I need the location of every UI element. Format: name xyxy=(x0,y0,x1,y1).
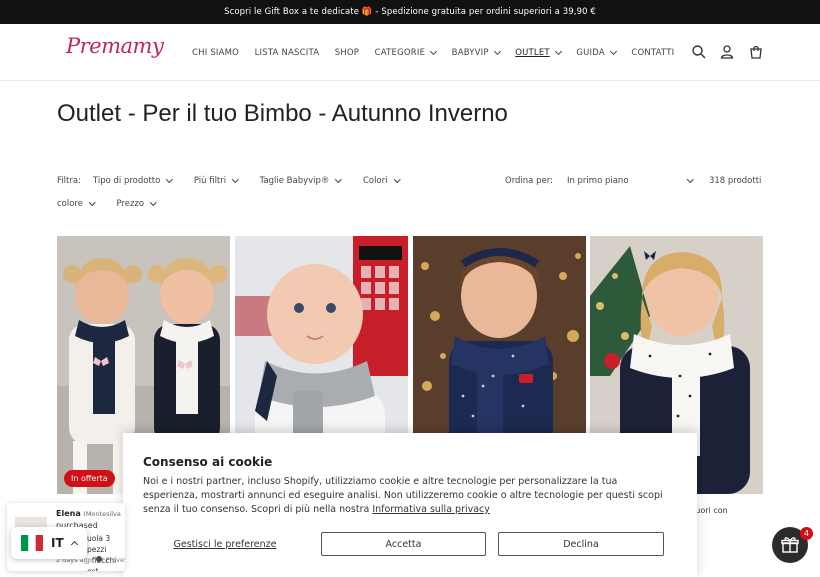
buyer-name: Elena xyxy=(56,509,81,518)
italy-flag-icon xyxy=(21,535,43,551)
verified-icon xyxy=(95,556,102,562)
chevron-down-icon xyxy=(89,199,96,206)
chevron-down-icon xyxy=(335,176,342,183)
filter-label: Filtra: xyxy=(57,176,81,186)
nav-chi-siamo[interactable]: CHI SIAMO xyxy=(192,48,239,58)
nav-contatti[interactable]: CONTATTI xyxy=(631,48,674,58)
cookie-text: Noi e i nostri partner, incluso Shopify,… xyxy=(143,476,663,515)
brand-logo[interactable]: Premamy xyxy=(66,34,164,70)
nav-categorie[interactable]: CATEGORIE xyxy=(375,47,438,58)
cookie-banner: Consenso ai cookie Noi e i nostri partne… xyxy=(123,433,697,577)
toast-product: uola 3 pezzi , fiocchi est xyxy=(87,534,117,571)
nav-shop[interactable]: SHOP xyxy=(335,48,359,58)
sort-select[interactable]: In primo piano xyxy=(567,176,694,186)
chevron-down-icon xyxy=(393,176,400,183)
sort-label: Ordina per: xyxy=(505,176,553,186)
chevron-down-icon xyxy=(554,47,562,55)
filter-colore[interactable]: colore xyxy=(57,199,96,209)
cart-icon[interactable] xyxy=(748,44,764,60)
chevron-down-icon xyxy=(493,47,501,55)
chevron-down-icon xyxy=(609,47,617,55)
nav-outlet[interactable]: OUTLET xyxy=(515,47,562,58)
chevron-down-icon xyxy=(687,176,694,183)
gift-icon xyxy=(781,537,799,553)
privacy-link[interactable]: Informativa sulla privacy xyxy=(372,504,490,515)
cookie-title: Consenso ai cookie xyxy=(143,455,273,469)
filter-prezzo[interactable]: Prezzo xyxy=(116,199,157,209)
sort-bar: Ordina per: In primo piano 318 prodotti xyxy=(505,176,761,186)
chevron-down-icon xyxy=(166,176,173,183)
sale-badge: In offerta xyxy=(64,470,115,487)
nav-lista-nascita[interactable]: LISTA NASCITA xyxy=(255,48,320,58)
filter-piu-filtri[interactable]: Più filtri xyxy=(194,176,239,186)
decline-button[interactable]: Declina xyxy=(498,532,664,556)
chevron-down-icon xyxy=(150,199,157,206)
site-header: Premamy CHI SIAMO LISTA NASCITA SHOP CAT… xyxy=(0,24,820,81)
chevron-up-icon xyxy=(70,540,78,549)
account-icon[interactable] xyxy=(719,44,735,60)
search-icon[interactable] xyxy=(691,44,707,60)
accept-button[interactable]: Accetta xyxy=(321,532,486,556)
announcement-bar: Scopri le Gift Box a te dedicate 🎁 - Spe… xyxy=(0,0,820,24)
chevron-down-icon xyxy=(232,176,239,183)
filter-taglie[interactable]: Taglie Babyvip® xyxy=(260,176,342,186)
language-code: IT xyxy=(51,536,64,550)
toast-verified: ProveS xyxy=(105,556,125,564)
nav-guida[interactable]: GUIDA xyxy=(576,47,617,58)
filter-tipo-prodotto[interactable]: Tipo di prodotto xyxy=(93,176,173,186)
logo-text: Premamy xyxy=(66,34,164,58)
main-nav: CHI SIAMO LISTA NASCITA SHOP CATEGORIE B… xyxy=(192,24,690,81)
filter-bar: Filtra: Tipo di prodotto Più filtri Tagl… xyxy=(57,176,421,186)
gift-count-badge: 4 xyxy=(800,527,813,540)
page-title: Outlet - Per il tuo Bimbo - Autunno Inve… xyxy=(57,100,508,127)
filter-bar-row2: colore Prezzo xyxy=(57,199,178,209)
chevron-down-icon xyxy=(430,47,438,55)
product-count: 318 prodotti xyxy=(708,176,762,186)
manage-preferences-button[interactable]: Gestisci le preferenze xyxy=(145,532,305,556)
filter-colori[interactable]: Colori xyxy=(363,176,400,186)
announcement-text: Scopri le Gift Box a te dedicate 🎁 - Spe… xyxy=(224,7,596,17)
buyer-location: (Montesilva xyxy=(83,510,121,518)
nav-babyvip[interactable]: BABYVIP xyxy=(452,47,501,58)
language-selector[interactable]: IT xyxy=(11,527,87,559)
